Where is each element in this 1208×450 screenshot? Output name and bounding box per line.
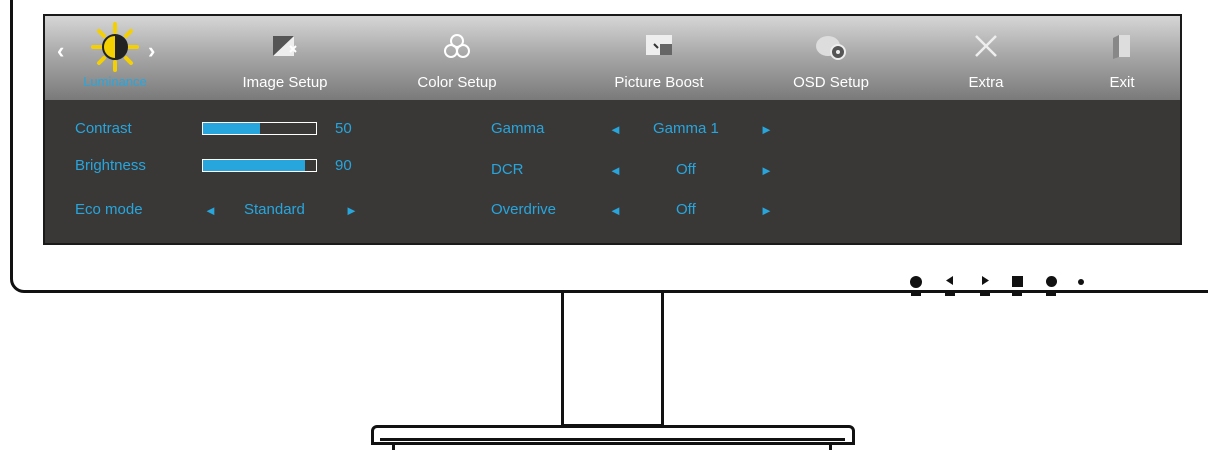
tab-color-setup-label: Color Setup bbox=[417, 74, 497, 91]
tab-extra-label: Extra bbox=[968, 74, 1004, 91]
gamma-value: Gamma 1 bbox=[653, 120, 719, 137]
tab-exit-label: Exit bbox=[1109, 74, 1135, 91]
overdrive-left-arrow-icon[interactable]: ◄ bbox=[609, 203, 622, 218]
exit-icon bbox=[1111, 32, 1133, 65]
contrast-slider-fill bbox=[203, 123, 260, 134]
brightness-value: 90 bbox=[335, 157, 352, 174]
osd-tab-bar: ‹ › Luminance Image Setup Color Setup Pi… bbox=[45, 16, 1180, 100]
eco-mode-left-arrow-icon[interactable]: ◄ bbox=[204, 203, 217, 218]
eco-mode-right-arrow-icon[interactable]: ► bbox=[345, 203, 358, 218]
monitor-stand-base bbox=[371, 425, 855, 445]
image-setup-icon bbox=[270, 32, 300, 65]
menu-icon[interactable] bbox=[1012, 276, 1023, 287]
extra-tools-icon bbox=[972, 32, 1000, 65]
tab-osd-setup[interactable]: OSD Setup bbox=[771, 16, 891, 100]
brightness-label: Brightness bbox=[75, 157, 146, 174]
eco-mode-value: Standard bbox=[244, 201, 305, 218]
dcr-label: DCR bbox=[491, 161, 524, 178]
tab-luminance-label: Luminance bbox=[83, 74, 147, 89]
tab-osd-setup-label: OSD Setup bbox=[793, 74, 869, 91]
tab-picture-boost[interactable]: Picture Boost bbox=[589, 16, 729, 100]
osd-setup-icon bbox=[814, 32, 848, 67]
button-base bbox=[945, 292, 955, 296]
contrast-slider[interactable] bbox=[202, 122, 317, 135]
dcr-left-arrow-icon[interactable]: ◄ bbox=[609, 163, 622, 178]
tab-extra[interactable]: Extra bbox=[936, 16, 1036, 100]
gamma-label: Gamma bbox=[491, 120, 545, 137]
led-icon bbox=[1078, 279, 1084, 285]
tab-picture-boost-label: Picture Boost bbox=[614, 74, 704, 91]
contrast-value: 50 bbox=[335, 120, 352, 137]
eco-mode-label: Eco mode bbox=[75, 201, 143, 218]
tab-luminance[interactable]: Luminance bbox=[65, 16, 165, 100]
button-base bbox=[1012, 292, 1022, 296]
overdrive-label: Overdrive bbox=[491, 201, 557, 218]
dcr-right-arrow-icon[interactable]: ► bbox=[760, 163, 773, 178]
monitor-stand-base-edge bbox=[380, 438, 845, 441]
brightness-slider-fill bbox=[203, 160, 305, 171]
osd-menu: ‹ › Luminance Image Setup Color Setup Pi… bbox=[43, 14, 1182, 245]
tab-image-setup-label: Image Setup bbox=[242, 74, 328, 91]
button-base bbox=[911, 292, 921, 296]
monitor-stand-neck bbox=[561, 293, 664, 427]
button-base bbox=[1046, 292, 1056, 296]
button-base bbox=[980, 292, 990, 296]
gamma-right-arrow-icon[interactable]: ► bbox=[760, 122, 773, 137]
tab-prev-arrow-icon[interactable]: ‹ bbox=[57, 38, 64, 64]
color-setup-icon bbox=[443, 32, 471, 65]
monitor-stand-foot bbox=[392, 443, 832, 450]
gamma-left-arrow-icon[interactable]: ◄ bbox=[609, 122, 622, 137]
source-icon[interactable] bbox=[1046, 276, 1057, 287]
tab-exit[interactable]: Exit bbox=[1092, 16, 1152, 100]
power-icon[interactable] bbox=[910, 276, 922, 288]
overdrive-value: Off bbox=[676, 201, 696, 218]
tab-image-setup[interactable]: Image Setup bbox=[225, 16, 345, 100]
dcr-value: Off bbox=[676, 161, 696, 178]
overdrive-right-arrow-icon[interactable]: ► bbox=[760, 203, 773, 218]
tab-color-setup[interactable]: Color Setup bbox=[397, 16, 517, 100]
contrast-label: Contrast bbox=[75, 120, 132, 137]
picture-boost-icon bbox=[644, 32, 674, 63]
sun-contrast-icon bbox=[89, 22, 141, 77]
brightness-slider[interactable] bbox=[202, 159, 317, 172]
